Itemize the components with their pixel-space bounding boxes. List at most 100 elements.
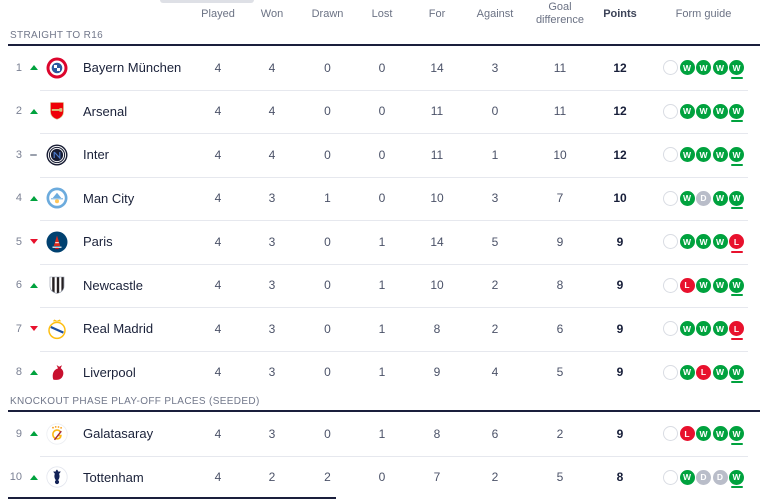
points-value: 8 — [595, 470, 645, 484]
form-guide: WLWW — [645, 365, 762, 380]
points-value: 12 — [595, 148, 645, 162]
team-name: Newcastle — [83, 278, 143, 293]
won-value: 3 — [244, 322, 300, 336]
form-empty-slot-icon — [663, 104, 678, 119]
form-result-icon: W — [680, 191, 695, 206]
played-value: 4 — [192, 148, 244, 162]
drawn-value: 1 — [300, 191, 355, 205]
form-result-icon: W — [729, 365, 744, 380]
goal-difference-value: 10 — [525, 148, 595, 162]
rank-movement-icon — [29, 283, 38, 288]
form-empty-slot-icon — [663, 365, 678, 380]
column-header-row: Played Won Drawn Lost For Against Goal d… — [8, 0, 762, 28]
inter-crest — [46, 144, 68, 166]
form-result-icon: W — [713, 278, 728, 293]
form-empty-slot-icon — [663, 147, 678, 162]
position-number: 7 — [8, 323, 22, 335]
tottenham-crest — [46, 466, 68, 488]
form-result-icon: W — [680, 321, 695, 336]
rank-movement-icon — [29, 154, 38, 156]
drawn-value: 0 — [300, 365, 355, 379]
played-value: 4 — [192, 365, 244, 379]
goals-against-value: 2 — [465, 322, 525, 336]
drawn-value: 0 — [300, 235, 355, 249]
goals-against-value: 2 — [465, 278, 525, 292]
form-result-icon: W — [696, 104, 711, 119]
paris-crest — [46, 231, 68, 253]
form-result-icon: W — [713, 321, 728, 336]
section-rows-straight-to-r16: 1 Bayern München 4 4 0 0 14 3 11 12 WWWW… — [8, 46, 762, 394]
team-name: Real Madrid — [83, 321, 153, 336]
team-name: Galatasaray — [83, 426, 153, 441]
form-empty-slot-icon — [663, 234, 678, 249]
form-result-icon: W — [713, 365, 728, 380]
table-row[interactable]: 5 Paris 4 3 0 1 14 5 9 9 WWWL — [8, 220, 762, 264]
form-result-icon: W — [729, 191, 744, 206]
drawn-column-header: Drawn — [300, 8, 355, 21]
points-value: 10 — [595, 191, 645, 205]
form-result-icon: D — [696, 470, 711, 485]
newcastle-crest — [46, 274, 68, 296]
rank-movement-icon — [29, 475, 38, 480]
table-row[interactable]: 10 Tottenham 4 2 2 0 7 2 5 8 WDDW — [8, 456, 762, 499]
position-number: 3 — [8, 149, 22, 161]
for-column-header: For — [409, 8, 465, 21]
form-result-icon: W — [729, 60, 744, 75]
goal-difference-value: 6 — [525, 322, 595, 336]
form-result-icon: W — [680, 365, 695, 380]
bayern-munchen-crest — [46, 57, 68, 79]
team-name: Bayern München — [83, 60, 181, 75]
table-row[interactable]: 7 Real Madrid 4 3 0 1 8 2 6 9 WWWL — [8, 307, 762, 351]
drawn-value: 0 — [300, 427, 355, 441]
table-row[interactable]: 8 Liverpool 4 3 0 1 9 4 5 9 WLWW — [8, 351, 762, 395]
section-label-knockout-playoff-seeded: KNOCKOUT PHASE PLAY-OFF PLACES (SEEDED) — [8, 394, 760, 412]
form-result-icon: W — [696, 278, 711, 293]
rank-movement-icon — [29, 65, 38, 70]
table-row[interactable]: 2 Arsenal 4 4 0 0 11 0 11 12 WWWW — [8, 90, 762, 134]
goal-difference-value: 11 — [525, 104, 595, 118]
league-standings-table: Played Won Drawn Lost For Against Goal d… — [0, 0, 768, 499]
won-value: 2 — [244, 470, 300, 484]
played-value: 4 — [192, 322, 244, 336]
form-guide: WWWL — [645, 321, 762, 336]
goal-difference-value: 8 — [525, 278, 595, 292]
goal-difference-value: 11 — [525, 61, 595, 75]
goals-for-value: 11 — [409, 148, 465, 162]
form-result-icon: W — [696, 234, 711, 249]
form-result-icon: L — [680, 426, 695, 441]
team-name: Arsenal — [83, 104, 127, 119]
won-value: 3 — [244, 365, 300, 379]
table-row[interactable]: 9 Galatasaray 4 3 0 1 8 6 2 9 LWWW — [8, 412, 762, 456]
form-guide: LWWW — [645, 426, 762, 441]
goal-difference-value: 2 — [525, 427, 595, 441]
form-result-icon: L — [729, 321, 744, 336]
form-guide: WDWW — [645, 191, 762, 206]
goals-against-value: 5 — [465, 235, 525, 249]
points-value: 9 — [595, 322, 645, 336]
form-result-icon: W — [680, 470, 695, 485]
goals-for-value: 8 — [409, 427, 465, 441]
goals-for-value: 14 — [409, 235, 465, 249]
man-city-crest — [46, 187, 68, 209]
section-rows-knockout-playoff-seeded: 9 Galatasaray 4 3 0 1 8 6 2 9 LWWW 10 To… — [8, 412, 762, 499]
played-value: 4 — [192, 470, 244, 484]
section-label-straight-to-r16: STRAIGHT TO R16 — [8, 28, 760, 46]
rank-movement-icon — [29, 196, 38, 201]
goals-for-value: 8 — [409, 322, 465, 336]
lost-value: 1 — [355, 278, 409, 292]
goal-difference-column-header: Goal difference — [525, 1, 595, 26]
table-row[interactable]: 1 Bayern München 4 4 0 0 14 3 11 12 WWWW — [8, 46, 762, 90]
goal-difference-value: 5 — [525, 470, 595, 484]
form-result-icon: W — [696, 60, 711, 75]
position-number: 10 — [8, 471, 22, 483]
lost-value: 0 — [355, 191, 409, 205]
table-row[interactable]: 4 Man City 4 3 1 0 10 3 7 10 WDWW — [8, 177, 762, 221]
position-number: 2 — [8, 105, 22, 117]
won-column-header: Won — [244, 8, 300, 21]
goals-against-value: 0 — [465, 104, 525, 118]
form-result-icon: L — [680, 278, 695, 293]
form-result-icon: W — [713, 234, 728, 249]
form-result-icon: W — [680, 104, 695, 119]
table-row[interactable]: 6 Newcastle 4 3 0 1 10 2 8 9 LWWW — [8, 264, 762, 308]
table-row[interactable]: 3 Inter 4 4 0 0 11 1 10 12 WWWW — [8, 133, 762, 177]
